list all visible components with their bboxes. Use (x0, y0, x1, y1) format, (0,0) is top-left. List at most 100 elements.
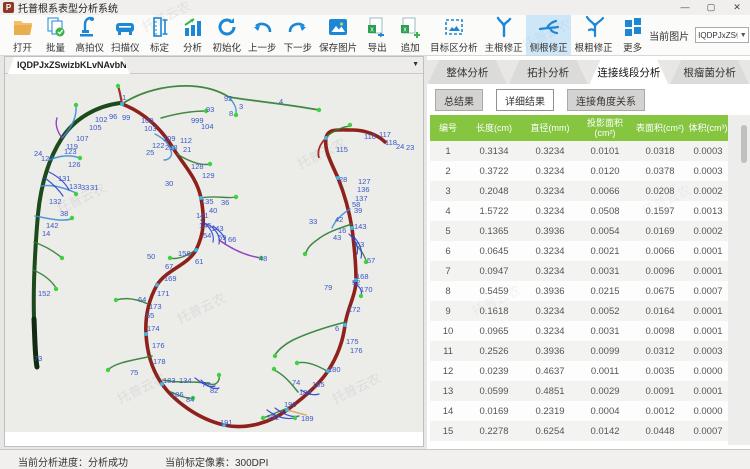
table-cell: 0.2048 (466, 181, 522, 201)
root-label: 24 (396, 142, 404, 151)
close-button[interactable]: ✕ (724, 0, 750, 15)
table-cell: 0.0169 (632, 221, 688, 241)
table-cell: 0.2278 (466, 421, 522, 441)
table-row[interactable]: 110.25260.39360.00990.03120.0003 (430, 341, 728, 361)
result-button[interactable]: 详细结果 (496, 89, 554, 111)
image-viewer-panel: IQDPJxZSwizbKLvNAvbNA4... ▼ 192384939699… (4, 56, 424, 447)
table-row[interactable]: 150.22780.62540.01420.04480.0007 (430, 421, 728, 441)
minimize-button[interactable]: — (672, 0, 698, 15)
root-label: 42 (335, 215, 343, 224)
table-cell: 15 (430, 421, 466, 441)
root-tip-markers (54, 84, 368, 420)
table-cell: 0.0066 (578, 181, 632, 201)
segments-table: 编号长度(cm)直径(mm)投影面积(cm²)表面积(cm²)体积(cm³) 1… (430, 115, 728, 441)
table-row[interactable]: 70.09470.32340.00310.00960.0001 (430, 261, 728, 281)
root-label: 189 (301, 414, 314, 423)
analysis-tab[interactable]: 根瘤菌分析 (670, 60, 749, 84)
table-cell: 0.1365 (466, 221, 522, 241)
tab-list-chevron-icon[interactable]: ▼ (412, 61, 419, 68)
toolbar-button-append-excel[interactable]: x 追加 (394, 15, 427, 55)
table-cell: 12 (430, 361, 466, 381)
table-cell: 3 (430, 181, 466, 201)
table-row[interactable]: 60.06450.32340.00210.00660.0001 (430, 241, 728, 261)
table-cell: 1.5722 (466, 201, 522, 221)
root-label: 73 (34, 354, 42, 363)
root-label: 54 (203, 231, 211, 240)
table-cell: 6 (430, 241, 466, 261)
table-cell: 0.0096 (632, 261, 688, 281)
scrollbar-thumb[interactable] (741, 125, 747, 163)
toolbar-button-calibration-ruler[interactable]: 标定 (143, 15, 176, 55)
table-cell: 0.0029 (578, 381, 632, 401)
table-cell: 0.0599 (466, 381, 522, 401)
current-image-value: IQDPJxZSwizbK (696, 31, 737, 40)
analysis-tab[interactable]: 整体分析 (428, 60, 507, 84)
table-cell: 0.0169 (466, 401, 522, 421)
table-cell: 0.0120 (578, 161, 632, 181)
analysis-progress-status: 当前分析进度：分析成功 (18, 454, 128, 469)
toolbar-button-scanner[interactable]: 扫描仪 (108, 15, 144, 55)
root-image-viewport[interactable]: 1923849396991001039991041091122182112225… (5, 74, 423, 439)
result-button[interactable]: 连接角度关系 (567, 89, 645, 111)
toolbar-button-main-root[interactable]: 主根修正 (481, 15, 526, 55)
table-cell: 0.0066 (632, 241, 688, 261)
root-label: 186 (171, 390, 184, 399)
toolbar-button-export-excel[interactable]: x 导出 (361, 15, 394, 55)
table-row[interactable]: 90.16180.32340.00520.01640.0001 (430, 301, 728, 321)
title-bar: P 托普根系表型分析系统 — ▢ ✕ (0, 0, 750, 15)
toolbar-button-root-hair[interactable]: 根粗修正 (571, 15, 616, 55)
table-cell: 0.2526 (466, 341, 522, 361)
image-tab[interactable]: IQDPJxZSwizbKLvNAvbNA4... (8, 57, 130, 74)
toolbar-button-open-folder[interactable]: 打开 (6, 15, 39, 55)
table-row[interactable]: 100.09650.32340.00310.00980.0001 (430, 321, 728, 341)
root-label: 23 (406, 143, 414, 152)
table-cell: 0.0645 (466, 241, 522, 261)
root-label: 176 (350, 346, 363, 355)
table-cell: 0.3936 (522, 341, 578, 361)
root-label: 67 (165, 262, 173, 271)
toolbar-button-save-image[interactable]: 保存图片 (316, 15, 361, 55)
toolbar-button-target-area[interactable]: 目标区分析 (427, 15, 482, 55)
table-row[interactable]: 50.13650.39360.00540.01690.0002 (430, 221, 728, 241)
root-label: 218 (165, 143, 178, 152)
toolbar-button-redo-arrow[interactable]: 下一步 (280, 15, 316, 55)
maximize-button[interactable]: ▢ (698, 0, 724, 15)
root-label: 79 (324, 283, 332, 292)
analysis-tab[interactable]: 连接线段分析 (590, 60, 669, 84)
window-title: 托普根系表型分析系统 (18, 0, 118, 15)
root-label: 171 (157, 289, 170, 298)
table-cell: 0.1597 (632, 201, 688, 221)
table-cell: 0.0003 (688, 341, 728, 361)
table-cell: 0.0054 (578, 221, 632, 241)
table-row[interactable]: 20.37220.32340.01200.03780.0003 (430, 161, 728, 181)
result-button[interactable]: 总结果 (435, 89, 483, 111)
toolbar-button-document-camera[interactable]: 高拍仪 (72, 15, 108, 55)
current-image-dropdown[interactable]: IQDPJxZSwizbK ▼ (695, 27, 749, 43)
table-cell: 0.0021 (578, 241, 632, 261)
table-cell: 0.3234 (522, 201, 578, 221)
table-row[interactable]: 41.57220.32340.05080.15970.0013 (430, 201, 728, 221)
table-cell: 0.0947 (466, 261, 522, 281)
toolbar-button-initialize-refresh[interactable]: 初始化 (209, 15, 245, 55)
toolbar-button-undo-arrow[interactable]: 上一步 (245, 15, 281, 55)
root-label: 170 (360, 285, 373, 294)
table-row[interactable]: 140.01690.23190.00040.00120.0000 (430, 401, 728, 421)
table-cell: 11 (430, 341, 466, 361)
root-label: 53 (356, 240, 364, 249)
toolbar-button-more-grid[interactable]: 更多 (616, 15, 649, 55)
root-label: 104 (201, 122, 214, 131)
table-row[interactable]: 80.54590.39360.02150.06750.0007 (430, 281, 728, 301)
table-cell: 0.0012 (632, 401, 688, 421)
table-cell: 0.0002 (688, 221, 728, 241)
current-image-label: 当前图片 (649, 28, 689, 43)
table-row[interactable]: 10.31340.32340.01010.03180.0003 (430, 141, 728, 161)
table-row[interactable]: 30.20480.32340.00660.02080.0002 (430, 181, 728, 201)
toolbar-button-lateral-root[interactable]: 侧根修正 (526, 15, 571, 55)
table-row[interactable]: 130.05990.48510.00290.00910.0001 (430, 381, 728, 401)
analysis-tab[interactable]: 拓扑分析 (509, 60, 588, 84)
table-scrollbar[interactable] (728, 115, 750, 445)
svg-text:x: x (370, 27, 374, 34)
table-row[interactable]: 120.02390.46370.00110.00350.0000 (430, 361, 728, 381)
toolbar-button-batch-documents[interactable]: 批量 (39, 15, 72, 55)
toolbar-button-analysis-chart[interactable]: 分析 (176, 15, 209, 55)
